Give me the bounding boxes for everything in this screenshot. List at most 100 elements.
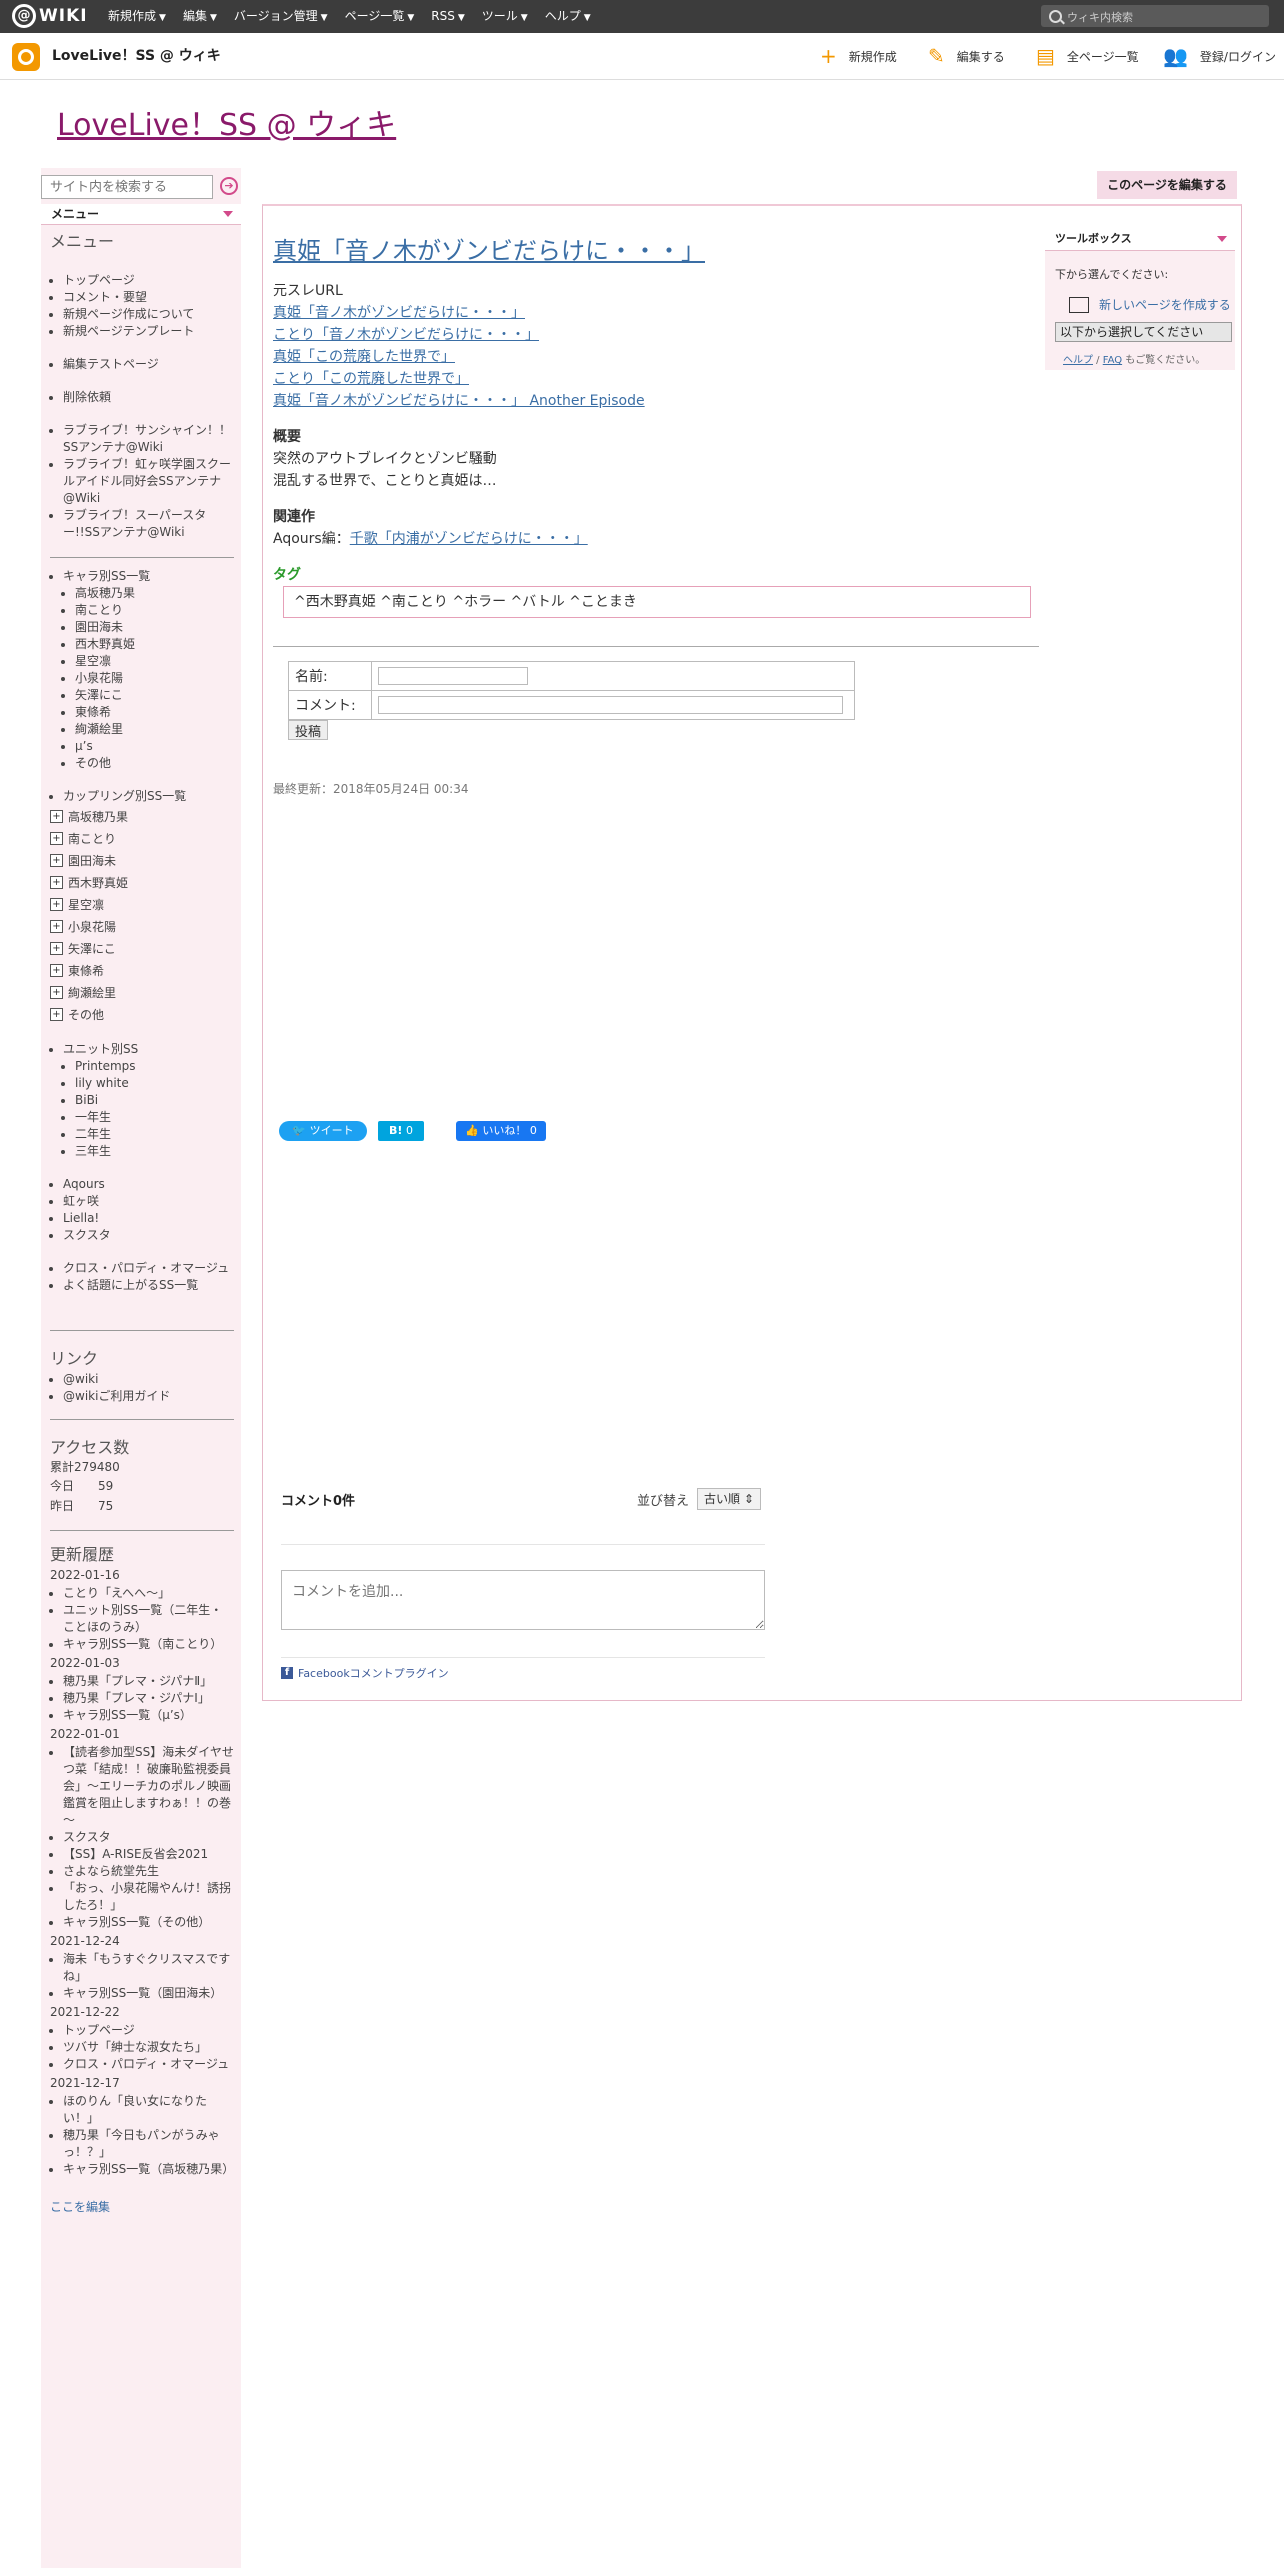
couple-item[interactable]: + 園田海未 bbox=[50, 849, 234, 871]
help-link[interactable]: ヘルプ bbox=[1063, 355, 1093, 366]
nav-edit[interactable]: 編集 ▼ bbox=[183, 0, 217, 33]
history-link[interactable]: 【SS】A-RISE反省会2021 bbox=[63, 1846, 234, 1863]
chara-link[interactable]: 南ことり bbox=[75, 602, 234, 619]
menu-link[interactable]: トップページ bbox=[63, 272, 234, 289]
nav-version[interactable]: バージョン管理 ▼ bbox=[234, 0, 328, 33]
chara-link[interactable]: 園田海未 bbox=[75, 619, 234, 636]
comment-input[interactable] bbox=[378, 696, 843, 714]
couple-item[interactable]: + 星空凛 bbox=[50, 893, 234, 915]
menu-link[interactable]: ラブライブ！スーパースター!!SSアンテナ@Wiki bbox=[63, 507, 234, 541]
expand-plus-icon[interactable]: + bbox=[50, 853, 63, 867]
history-link[interactable]: ことり「えへへ〜」 bbox=[63, 1585, 234, 1602]
couple-item[interactable]: + 西木野真姫 bbox=[50, 871, 234, 893]
unit-link[interactable]: Printemps bbox=[75, 1058, 234, 1075]
couple-item[interactable]: + 矢澤にこ bbox=[50, 937, 234, 959]
menu-link[interactable]: 新規ページテンプレート bbox=[63, 323, 234, 340]
tag-box[interactable]: ^西木野真姫 ^南ことり ^ホラー ^バトル ^ことまき bbox=[283, 586, 1031, 618]
site-search-input[interactable] bbox=[41, 175, 213, 199]
history-link[interactable]: キャラ別SS一覧（その他） bbox=[63, 1914, 234, 1931]
menu-link[interactable]: 虹ヶ咲 bbox=[63, 1193, 234, 1210]
history-link[interactable]: キャラ別SS一覧（南ことり） bbox=[63, 1636, 234, 1653]
unit-link[interactable]: 一年生 bbox=[75, 1109, 234, 1126]
history-link[interactable]: クロス・パロディ・オマージュ bbox=[63, 2056, 234, 2073]
history-link[interactable]: 海未「もうすぐクリスマスですね」 bbox=[63, 1951, 234, 1985]
nav-pages[interactable]: ページ一覧 ▼ bbox=[345, 0, 415, 33]
nav-help[interactable]: ヘルプ ▼ bbox=[545, 0, 591, 33]
expand-plus-icon[interactable]: + bbox=[50, 919, 63, 933]
expand-plus-icon[interactable]: + bbox=[50, 963, 63, 977]
chara-link[interactable]: 高坂穂乃果 bbox=[75, 585, 234, 602]
menu-link[interactable]: クロス・パロディ・オマージュ bbox=[63, 1260, 234, 1277]
history-link[interactable]: 穂乃果「プレマ・ジパナⅠ」 bbox=[63, 1690, 234, 1707]
wiki-search-input[interactable] bbox=[1065, 7, 1267, 27]
new-page-link[interactable]: 新しいページを作成する bbox=[1069, 296, 1231, 313]
chara-title[interactable]: キャラ別SS一覧 高坂穂乃果 南ことり 園田海未 西木野真姫 星空凛 小泉花陽 … bbox=[63, 568, 234, 772]
history-link[interactable]: さよなら統堂先生 bbox=[63, 1863, 234, 1880]
edit-here-link[interactable]: ここを編集 bbox=[50, 2200, 110, 2214]
external-link[interactable]: @wikiご利用ガイド bbox=[63, 1388, 234, 1405]
couple-item[interactable]: + 絢瀬絵里 bbox=[50, 981, 234, 1003]
menu-link[interactable]: 削除依頼 bbox=[63, 389, 234, 406]
chara-link[interactable]: 絢瀬絵里 bbox=[75, 721, 234, 738]
expand-plus-icon[interactable]: + bbox=[50, 831, 63, 845]
menu-link[interactable]: コメント・要望 bbox=[63, 289, 234, 306]
expand-plus-icon[interactable]: + bbox=[50, 897, 63, 911]
toolbox-header[interactable]: ツールボックス bbox=[1045, 228, 1235, 251]
wiki-logo[interactable]: @ WIKI bbox=[12, 4, 88, 28]
chara-link[interactable]: 矢澤にこ bbox=[75, 687, 234, 704]
login-action[interactable]: 👥 登録/ログイン bbox=[1163, 33, 1276, 79]
chara-link[interactable]: 星空凛 bbox=[75, 653, 234, 670]
menu-link[interactable]: よく話題に上がるSS一覧 bbox=[63, 1277, 234, 1294]
chara-link[interactable]: μ’s bbox=[75, 738, 234, 755]
history-link[interactable]: ほのりん「良い女になりたい！」 bbox=[63, 2093, 234, 2127]
menu-link[interactable]: ラブライブ！虹ヶ咲学園スクールアイドル同好会SSアンテナ@Wiki bbox=[63, 456, 234, 507]
menu-link[interactable]: スクスタ bbox=[63, 1227, 234, 1244]
source-link[interactable]: 真姫「音ノ木がゾンビだらけに・・・」 bbox=[273, 302, 1039, 324]
name-input[interactable] bbox=[378, 667, 528, 685]
chara-link[interactable]: 小泉花陽 bbox=[75, 670, 234, 687]
unit-link[interactable]: 二年生 bbox=[75, 1126, 234, 1143]
couple-item[interactable]: + 小泉花陽 bbox=[50, 915, 234, 937]
search-go-icon[interactable]: ➔ bbox=[220, 177, 238, 195]
source-link[interactable]: 真姫「音ノ木がゾンビだらけに・・・」 Another Episode bbox=[273, 390, 1039, 412]
menu-link[interactable]: ラブライブ！サンシャイン！！SSアンテナ@Wiki bbox=[63, 422, 234, 456]
expand-plus-icon[interactable]: + bbox=[50, 875, 63, 889]
edit-page-button[interactable]: このページを編集する bbox=[1097, 171, 1237, 199]
unit-link[interactable]: 三年生 bbox=[75, 1143, 234, 1160]
source-link[interactable]: ことり「音ノ木がゾンビだらけに・・・」 bbox=[273, 324, 1039, 346]
unit-link[interactable]: BiBi bbox=[75, 1092, 234, 1109]
add-comment-textarea[interactable] bbox=[281, 1570, 765, 1630]
related-link[interactable]: 千歌「内浦がゾンビだらけに・・・」 bbox=[350, 531, 588, 547]
history-link[interactable]: 穂乃果「プレマ・ジパナⅡ」 bbox=[63, 1673, 234, 1690]
external-link[interactable]: @wiki bbox=[63, 1371, 234, 1388]
menu-tab[interactable]: メニュー bbox=[41, 204, 241, 225]
couple-item[interactable]: + 南ことり bbox=[50, 827, 234, 849]
toolbox-select[interactable]: 以下から選択してください bbox=[1055, 322, 1232, 342]
couple-item[interactable]: + その他 bbox=[50, 1003, 234, 1025]
site-name[interactable]: LoveLive！SS @ ウィキ bbox=[52, 33, 221, 79]
nav-tools[interactable]: ツール ▼ bbox=[482, 0, 528, 33]
history-link[interactable]: 穂乃果「今日もパンがうみゃっ！？」 bbox=[63, 2127, 234, 2161]
all-pages-action[interactable]: ▤ 全ページ一覧 bbox=[1036, 33, 1139, 79]
new-page-action[interactable]: + 新規作成 bbox=[820, 33, 897, 79]
couple-item[interactable]: + 東條希 bbox=[50, 959, 234, 981]
history-link[interactable]: キャラ別SS一覧（園田海未） bbox=[63, 1985, 234, 2002]
edit-action[interactable]: ✎ 編集する bbox=[928, 33, 1005, 79]
unit-title[interactable]: ユニット別SS Printemps lily white BiBi 一年生 二年… bbox=[63, 1041, 234, 1160]
hatena-bookmark-button[interactable]: B! 0 bbox=[378, 1121, 424, 1141]
expand-plus-icon[interactable]: + bbox=[50, 985, 63, 999]
sort-select[interactable]: 古い順 ⇕ bbox=[697, 1488, 761, 1510]
unit-link[interactable]: lily white bbox=[75, 1075, 234, 1092]
history-link[interactable]: 「おっ、小泉花陽やんけ！誘拐したろ！」 bbox=[63, 1880, 234, 1914]
history-link[interactable]: ツバサ「紳士な淑女たち」 bbox=[63, 2039, 234, 2056]
menu-link[interactable]: 編集テストページ bbox=[63, 356, 234, 373]
menu-link[interactable]: Aqours bbox=[63, 1176, 234, 1193]
expand-plus-icon[interactable]: + bbox=[50, 809, 63, 823]
tweet-button[interactable]: 🐦 ツイート bbox=[279, 1121, 367, 1141]
expand-plus-icon[interactable]: + bbox=[50, 1007, 63, 1021]
chara-link[interactable]: その他 bbox=[75, 755, 234, 772]
nav-rss[interactable]: RSS ▼ bbox=[431, 0, 465, 33]
site-logo-icon[interactable] bbox=[12, 43, 40, 71]
menu-link[interactable]: 新規ページ作成について bbox=[63, 306, 234, 323]
chara-link[interactable]: 東條希 bbox=[75, 704, 234, 721]
